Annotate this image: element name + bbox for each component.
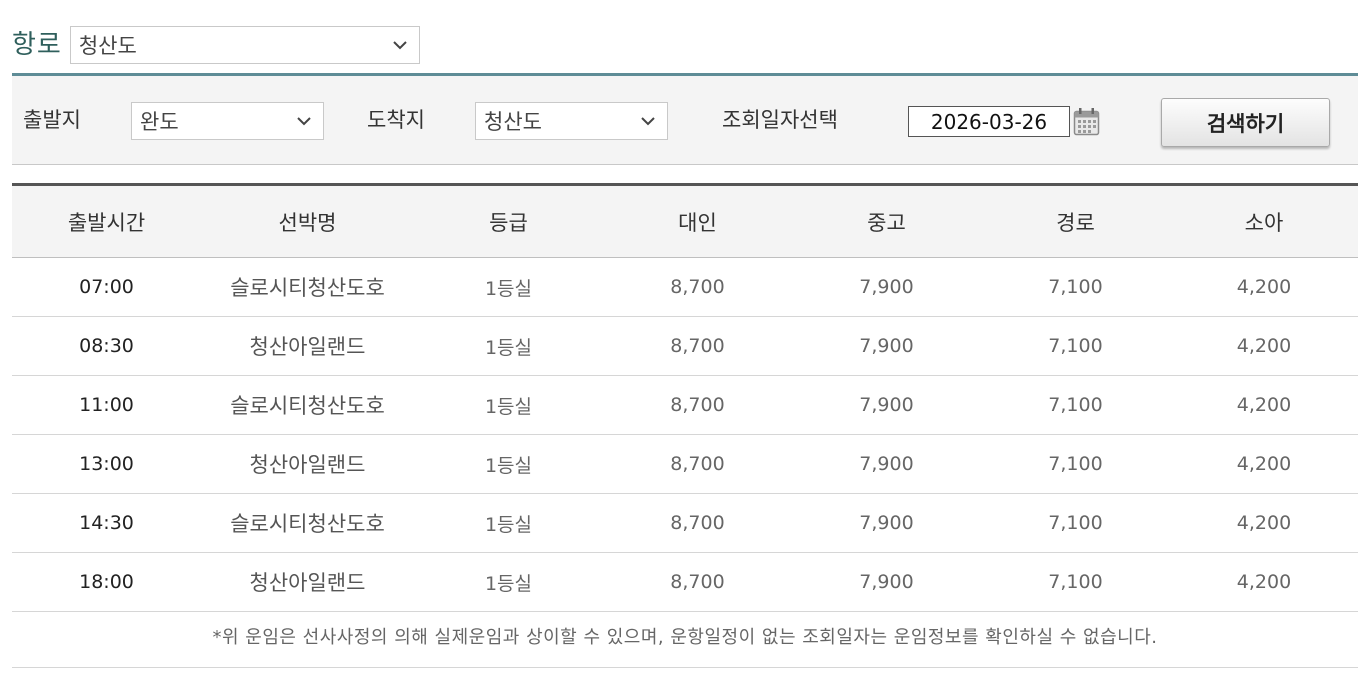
cell-adult-fare: 8,700: [603, 257, 792, 317]
table-row: 13:00 청산아일랜드 1등실 8,700 7,900 7,100 4,200: [12, 434, 1358, 494]
header-ship-name: 선박명: [201, 183, 414, 258]
calendar-icon[interactable]: [1073, 107, 1100, 136]
chevron-down-icon: [641, 117, 655, 126]
table-row: 14:30 슬로시티청산도호 1등실 8,700 7,900 7,100 4,2…: [12, 493, 1358, 553]
cell-ship-name: 청산아일랜드: [201, 434, 414, 494]
cell-grade: 1등실: [414, 493, 603, 553]
table-row: 08:30 청산아일랜드 1등실 8,700 7,900 7,100 4,200: [12, 316, 1358, 376]
cell-youth-fare: 7,900: [792, 316, 981, 376]
header-senior: 경로: [981, 183, 1170, 258]
cell-departure-time: 18:00: [12, 552, 201, 612]
route-label: 항로: [12, 30, 62, 60]
search-button[interactable]: 검색하기: [1161, 98, 1330, 147]
cell-departure-time: 08:30: [12, 316, 201, 376]
cell-senior-fare: 7,100: [981, 257, 1170, 317]
table-row: 11:00 슬로시티청산도호 1등실 8,700 7,900 7,100 4,2…: [12, 375, 1358, 435]
cell-youth-fare: 7,900: [792, 493, 981, 553]
header-youth: 중고: [792, 183, 981, 258]
cell-senior-fare: 7,100: [981, 316, 1170, 376]
cell-child-fare: 4,200: [1170, 434, 1358, 494]
cell-youth-fare: 7,900: [792, 552, 981, 612]
cell-child-fare: 4,200: [1170, 493, 1358, 553]
cell-adult-fare: 8,700: [603, 493, 792, 553]
cell-senior-fare: 7,100: [981, 434, 1170, 494]
cell-adult-fare: 8,700: [603, 552, 792, 612]
cell-child-fare: 4,200: [1170, 316, 1358, 376]
cell-grade: 1등실: [414, 316, 603, 376]
cell-departure-time: 11:00: [12, 375, 201, 435]
cell-ship-name: 청산아일랜드: [201, 316, 414, 376]
header-grade: 등급: [414, 183, 603, 258]
cell-ship-name: 청산아일랜드: [201, 552, 414, 612]
cell-adult-fare: 8,700: [603, 375, 792, 435]
fare-table: 출발시간 선박명 등급 대인 중고 경로 소아 07:00 슬로시티청산도호 1…: [12, 183, 1358, 612]
cell-child-fare: 4,200: [1170, 375, 1358, 435]
table-row: 07:00 슬로시티청산도호 1등실 8,700 7,900 7,100 4,2…: [12, 257, 1358, 317]
cell-grade: 1등실: [414, 434, 603, 494]
arrival-select-value: 청산도: [484, 110, 542, 134]
arrival-label: 도착지: [367, 108, 425, 132]
search-panel: 출발지 완도 도착지 청산도 조회일자선택 검색하기: [12, 73, 1358, 165]
cell-senior-fare: 7,100: [981, 375, 1170, 435]
route-select[interactable]: 청산도: [69, 26, 420, 64]
header-child: 소아: [1170, 183, 1358, 258]
cell-ship-name: 슬로시티청산도호: [201, 493, 414, 553]
cell-youth-fare: 7,900: [792, 257, 981, 317]
cell-adult-fare: 8,700: [603, 316, 792, 376]
cell-youth-fare: 7,900: [792, 375, 981, 435]
cell-departure-time: 07:00: [12, 257, 201, 317]
departure-select-value: 완도: [140, 110, 179, 134]
cell-departure-time: 13:00: [12, 434, 201, 494]
cell-senior-fare: 7,100: [981, 552, 1170, 612]
cell-ship-name: 슬로시티청산도호: [201, 257, 414, 317]
cell-senior-fare: 7,100: [981, 493, 1170, 553]
date-input[interactable]: [908, 106, 1070, 137]
header-departure-time: 출발시간: [12, 183, 201, 258]
route-select-value: 청산도: [78, 34, 137, 58]
departure-label: 출발지: [23, 108, 81, 132]
arrival-select[interactable]: 청산도: [475, 102, 668, 140]
header-adult: 대인: [603, 183, 792, 258]
cell-youth-fare: 7,900: [792, 434, 981, 494]
cell-grade: 1등실: [414, 257, 603, 317]
table-header-row: 출발시간 선박명 등급 대인 중고 경로 소아: [12, 183, 1358, 258]
cell-child-fare: 4,200: [1170, 552, 1358, 612]
cell-grade: 1등실: [414, 375, 603, 435]
cell-child-fare: 4,200: [1170, 257, 1358, 317]
fare-notice: *위 운임은 선사사정의 의해 실제운임과 상이할 수 있으며, 운항일정이 없…: [12, 609, 1358, 668]
cell-ship-name: 슬로시티청산도호: [201, 375, 414, 435]
date-label: 조회일자선택: [722, 108, 838, 132]
route-selector-row: 항로 청산도: [12, 24, 420, 66]
cell-adult-fare: 8,700: [603, 434, 792, 494]
chevron-down-icon: [297, 117, 311, 126]
chevron-down-icon: [393, 41, 407, 50]
departure-select[interactable]: 완도: [131, 102, 324, 140]
table-row: 18:00 청산아일랜드 1등실 8,700 7,900 7,100 4,200: [12, 552, 1358, 612]
cell-grade: 1등실: [414, 552, 603, 612]
cell-departure-time: 14:30: [12, 493, 201, 553]
